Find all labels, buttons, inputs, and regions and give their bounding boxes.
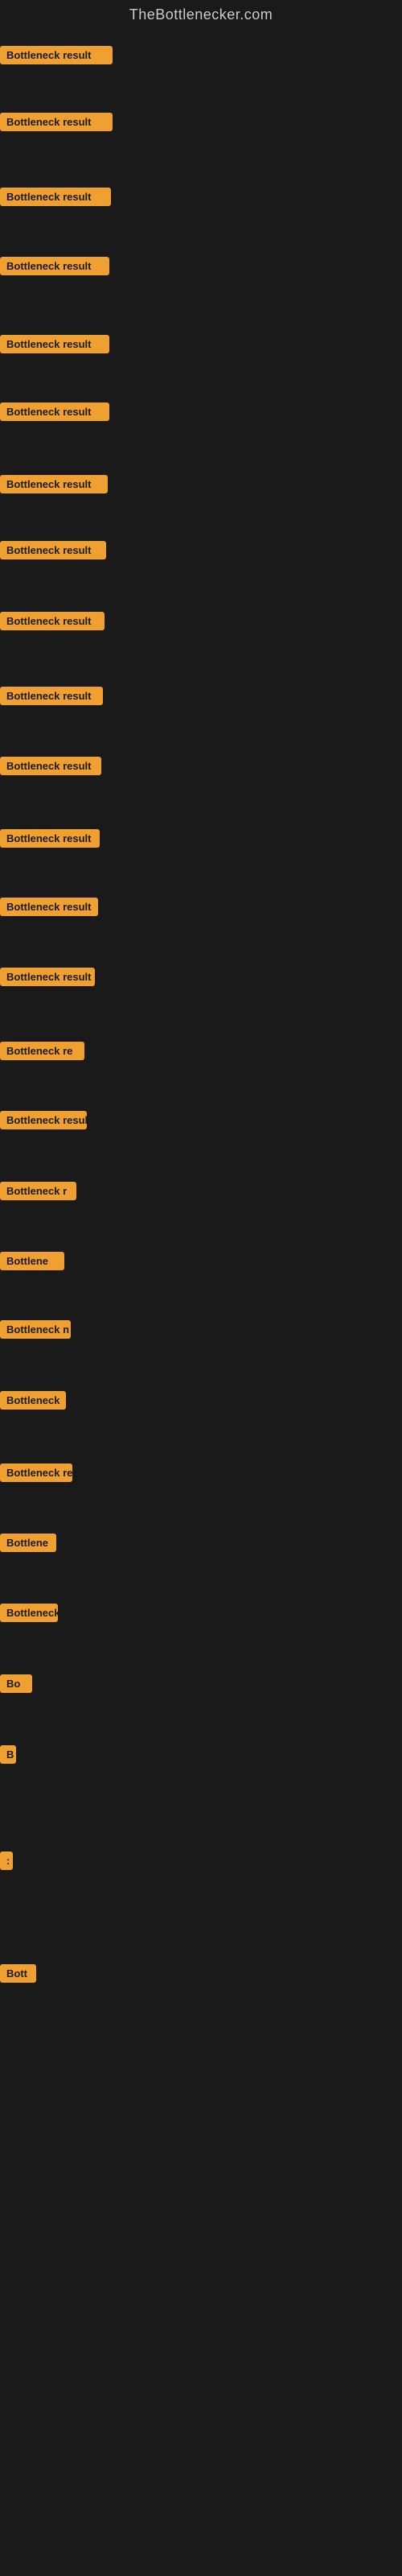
bottleneck-result-label: Bottleneck result	[0, 335, 109, 353]
bottleneck-result-label: B	[0, 1745, 16, 1764]
bottleneck-result-label: Bott	[0, 1964, 36, 1983]
bottleneck-result-label: Bottleneck re	[0, 1463, 72, 1482]
bottleneck-result-label: Bottleneck result	[0, 898, 98, 916]
bottleneck-result-label: Bottleneck n	[0, 1320, 71, 1339]
bottleneck-result-label: Bottleneck	[0, 1391, 66, 1410]
bottleneck-result-label: Bottleneck re	[0, 1042, 84, 1060]
bottleneck-result-label: Bottleneck result	[0, 113, 113, 131]
bottleneck-result-label: Bottleneck result	[0, 687, 103, 705]
bottleneck-result-label: Bottlene	[0, 1534, 56, 1552]
bottleneck-result-label: Bottleneck result	[0, 612, 105, 630]
bottleneck-result-label: Bottleneck	[0, 1604, 58, 1622]
bottleneck-result-label: Bottleneck result	[0, 188, 111, 206]
bottleneck-result-label: Bottleneck result	[0, 475, 108, 493]
bottleneck-result-label: Bottleneck result	[0, 46, 113, 64]
bottleneck-result-label: Bottleneck resul	[0, 1111, 87, 1129]
bottleneck-result-label: Bottleneck result	[0, 257, 109, 275]
bottleneck-result-label: Bottleneck result	[0, 829, 100, 848]
bottleneck-result-label: :	[0, 1852, 13, 1870]
bottleneck-result-label: Bottlene	[0, 1252, 64, 1270]
site-title: TheBottlenecker.com	[0, 0, 402, 30]
bottleneck-result-label: Bottleneck result	[0, 757, 101, 775]
bottleneck-result-label: Bottleneck result	[0, 402, 109, 421]
bottleneck-result-label: Bottleneck result	[0, 541, 106, 559]
bottleneck-result-label: Bo	[0, 1674, 32, 1693]
bottleneck-result-label: Bottleneck result	[0, 968, 95, 986]
bottleneck-result-label: Bottleneck r	[0, 1182, 76, 1200]
